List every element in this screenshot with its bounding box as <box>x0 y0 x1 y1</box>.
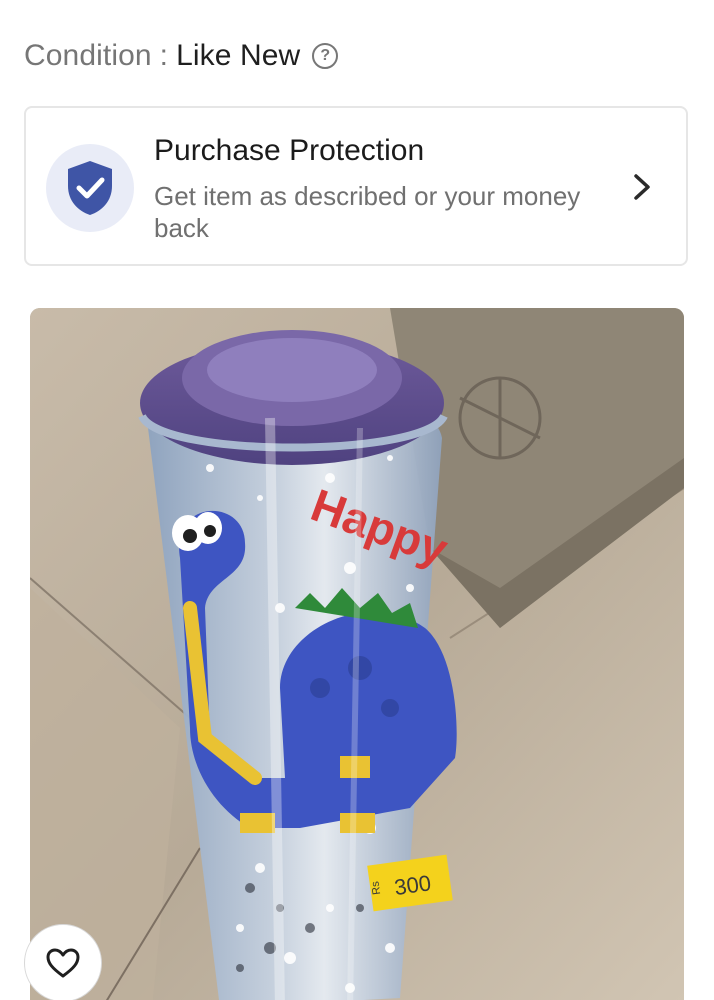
condition-row: Condition : Like New ? <box>24 34 339 78</box>
protection-title: Purchase Protection <box>154 134 425 167</box>
condition-separator: : <box>159 39 169 72</box>
condition-label: Condition <box>24 39 152 72</box>
product-photo[interactable]: Happy Rs 300 <box>30 308 684 1000</box>
product-detail-page: Condition : Like New ? Purchase Protecti… <box>0 0 714 1000</box>
shield-check-icon <box>68 161 112 215</box>
shield-icon-container <box>46 144 134 232</box>
price-tag-currency: Rs <box>369 880 383 895</box>
protection-description: Get item as described or your money back <box>154 181 581 243</box>
heart-outline-icon <box>46 948 80 978</box>
purchase-protection-card[interactable]: Purchase Protection Get item as describe… <box>24 106 688 266</box>
chevron-right-icon <box>634 174 650 200</box>
help-circle-icon[interactable]: ? <box>312 43 339 69</box>
condition-value: Like New <box>176 39 301 72</box>
favorite-button[interactable] <box>24 924 102 1000</box>
price-tag-value: 300 <box>393 870 433 900</box>
product-photo-illustration: Happy Rs 300 <box>30 308 684 1000</box>
